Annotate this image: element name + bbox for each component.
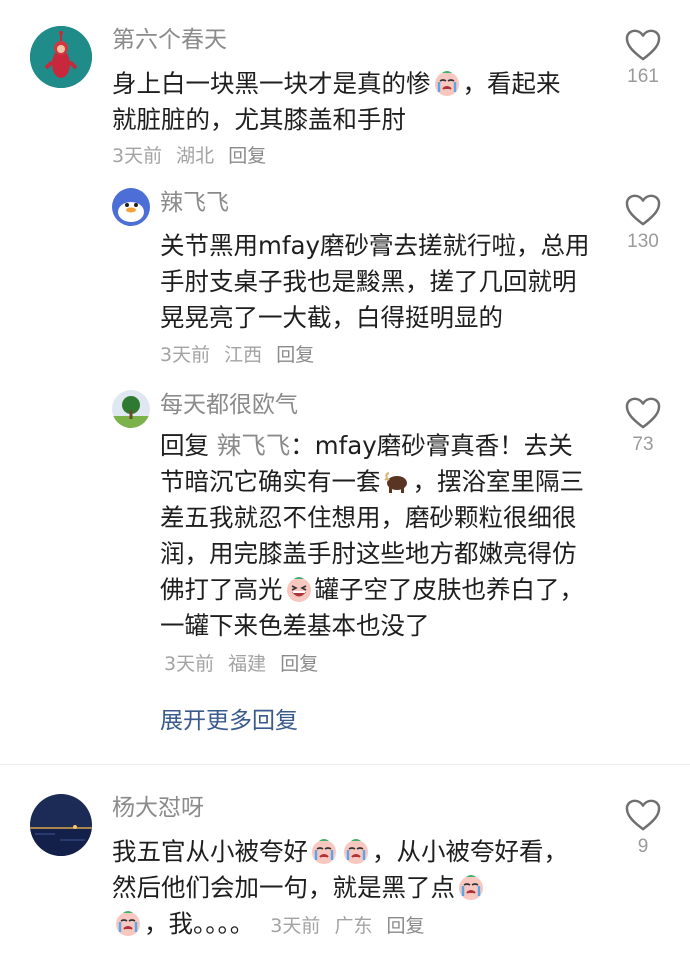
timestamp: 3天前 <box>270 915 321 937</box>
location: 湖北 <box>176 145 215 167</box>
teletubby-avatar-icon <box>30 26 92 88</box>
crying-face-emoji-icon <box>457 873 485 901</box>
crying-face-emoji-icon <box>342 837 370 865</box>
reply-button[interactable]: 回复 <box>228 145 266 167</box>
timestamp: 3天前 <box>160 344 211 366</box>
night-sea-avatar-icon <box>30 794 92 856</box>
username[interactable]: 每天都很欧气 <box>160 390 298 420</box>
comment-text-c: ，我。。。。 <box>144 909 255 938</box>
duck-avatar-icon <box>112 188 150 226</box>
username[interactable]: 杨大怼呀 <box>112 793 204 823</box>
location: 广东 <box>334 915 373 937</box>
comment-text-a: 身上白一块黑一块才是真的惨 <box>112 69 431 98</box>
username[interactable]: 辣飞飞 <box>160 188 229 218</box>
avatar[interactable] <box>112 188 150 226</box>
location: 福建 <box>228 653 267 675</box>
comment-meta: 3天前 江西 回复 <box>160 340 322 367</box>
mention-link[interactable]: 辣飞飞 <box>217 431 291 460</box>
heart-outline-icon <box>624 798 662 832</box>
comment-text: 我五官从小被夸好 ，从小被夸好看，然后他们会加一句，就是黑了点 ，我。。。。 3天前… <box>112 834 582 944</box>
expand-more-replies-button[interactable]: 展开更多回复 <box>160 701 298 735</box>
reply-prefix: 回复 <box>160 431 209 460</box>
heart-outline-icon <box>624 193 662 227</box>
username[interactable]: 第六个春天 <box>112 25 227 55</box>
like-button[interactable]: 130 <box>613 193 673 253</box>
grinning-face-emoji-icon <box>285 575 313 603</box>
divider <box>0 764 690 765</box>
reply-button[interactable]: 回复 <box>387 915 425 937</box>
comment-text: 身上白一块黑一块才是真的惨 ，看起来就脏脏的，尤其膝盖和手肘 <box>112 66 582 138</box>
comment-text-a: 我五官从小被夸好 <box>112 837 308 866</box>
comment-meta: 3天前 湖北 回复 <box>112 141 274 168</box>
timestamp: 3天前 <box>112 145 163 167</box>
location: 江西 <box>224 344 263 366</box>
heart-outline-icon <box>624 396 662 430</box>
avatar[interactable] <box>30 794 92 856</box>
like-count: 73 <box>632 434 654 455</box>
comment-meta: 3天前 福建 回复 <box>164 653 326 675</box>
reply-button[interactable]: 回复 <box>276 344 314 366</box>
comment-text: 回复 辣飞飞：mfay磨砂膏真香！去关节暗沉它确实有一套 ，摆浴室里隔三差五我就忍… <box>160 428 590 682</box>
tree-avatar-icon <box>112 390 150 428</box>
comment-meta: 3天前 广东 回复 <box>264 915 432 937</box>
like-button[interactable]: 161 <box>613 28 673 88</box>
heart-outline-icon <box>624 28 662 62</box>
crying-face-emoji-icon <box>310 837 338 865</box>
like-count: 161 <box>627 66 659 87</box>
like-count: 9 <box>637 836 649 857</box>
crying-face-emoji-icon <box>114 909 142 937</box>
like-count: 130 <box>627 231 659 252</box>
timestamp: 3天前 <box>164 653 215 675</box>
comment-text: 关节黑用mfay磨砂膏去搓就行啦，总用手肘支桌子我也是黢黑，搓了几回就明晃晃亮了… <box>160 231 590 332</box>
reply-button[interactable]: 回复 <box>280 653 318 675</box>
crying-face-emoji-icon <box>433 69 461 97</box>
like-button[interactable]: 73 <box>613 396 673 456</box>
avatar[interactable] <box>112 390 150 428</box>
like-button[interactable]: 9 <box>613 798 673 858</box>
avatar[interactable] <box>30 26 92 88</box>
ox-emoji-icon <box>383 467 411 495</box>
